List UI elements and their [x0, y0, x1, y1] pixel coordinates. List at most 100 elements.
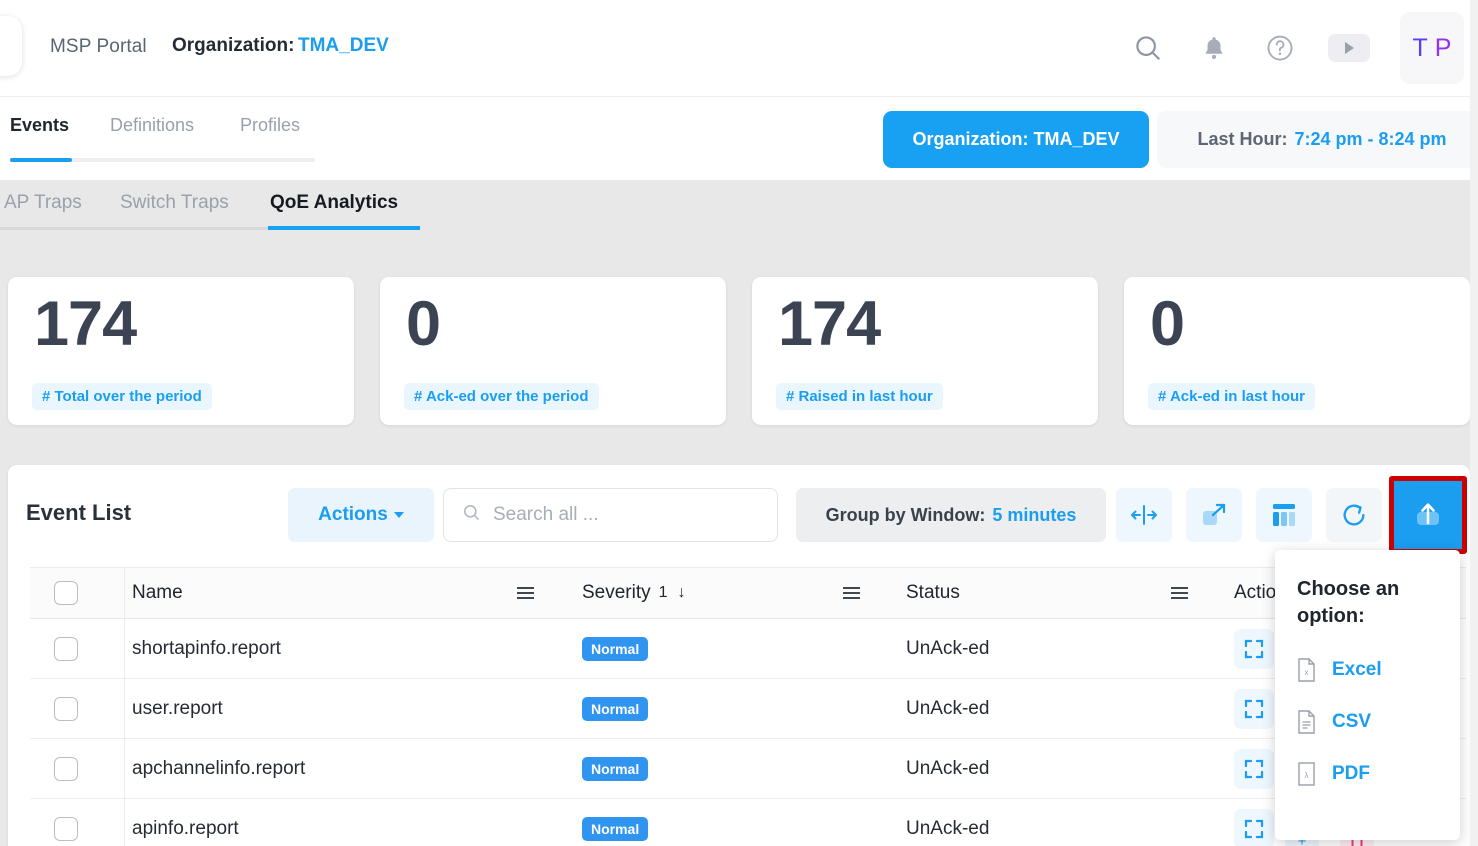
app-logo-button[interactable] — [0, 16, 22, 76]
table-row[interactable]: apchannelinfo.report Normal UnAck-ed — [30, 739, 1466, 799]
play-triangle — [1345, 42, 1354, 54]
fit-columns-icon[interactable] — [1116, 488, 1172, 542]
time-range-pill[interactable]: Last Hour: 7:24 pm - 8:24 pm — [1157, 111, 1478, 168]
actions-button[interactable]: Actions — [288, 488, 434, 542]
cell-name: shortapinfo.report — [102, 638, 552, 660]
sort-order-index: 1 — [659, 584, 668, 602]
event-name: shortapinfo.report — [132, 638, 281, 660]
column-header-name[interactable]: Name — [102, 582, 552, 604]
status-badge: Normal — [582, 757, 648, 781]
organization-filter-pill[interactable]: Organization: TMA_DEV — [883, 111, 1149, 168]
expand-icon[interactable] — [1186, 488, 1242, 542]
avatar[interactable]: T P — [1400, 12, 1464, 84]
tab-active-underline — [10, 158, 72, 162]
kpi-card-raised-last-hour: 174 # Raised in last hour — [752, 277, 1098, 425]
column-menu-icon[interactable] — [843, 587, 860, 599]
column-menu-icon[interactable] — [517, 587, 534, 599]
avatar-initial-second: P — [1435, 34, 1452, 63]
event-name: apchannelinfo.report — [132, 758, 305, 780]
help-icon[interactable] — [1262, 30, 1298, 66]
export-options-dropdown: Choose an option: x Excel CSV — [1275, 550, 1460, 840]
tab-profiles[interactable]: Profiles — [240, 115, 300, 156]
table-row[interactable]: user.report Normal UnAck-ed — [30, 679, 1466, 739]
svg-text:x: x — [1305, 668, 1309, 677]
event-list-panel: Event List Actions Search all ... Group … — [8, 465, 1470, 846]
columns-icon[interactable] — [1256, 488, 1312, 542]
subtab-ap-traps[interactable]: AP Traps — [4, 192, 82, 214]
row-checkbox[interactable] — [54, 697, 78, 721]
cell-name: user.report — [102, 698, 552, 720]
table-column-divider — [124, 567, 125, 846]
dropdown-item-pdf[interactable]: λ PDF — [1297, 762, 1438, 786]
subtab-switch-traps[interactable]: Switch Traps — [120, 192, 229, 214]
dropdown-item-csv[interactable]: CSV — [1297, 710, 1438, 734]
event-table: Name Severity 1 ↓ Status Actions — [30, 567, 1466, 846]
column-header-label: Severity — [582, 582, 651, 604]
cell-status: UnAck-ed — [878, 758, 1206, 780]
top-bar: MSP Portal Organization: TMA_DEV — [0, 0, 1478, 96]
play-icon[interactable] — [1328, 34, 1370, 62]
cell-status: UnAck-ed — [878, 698, 1206, 720]
kpi-card-total: 174 # Total over the period — [8, 277, 354, 425]
column-header-label: Name — [132, 582, 183, 604]
tab-definitions[interactable]: Definitions — [110, 115, 194, 156]
dropdown-item-excel[interactable]: x Excel — [1297, 658, 1438, 682]
event-name: apinfo.report — [132, 818, 239, 840]
column-header-severity[interactable]: Severity 1 ↓ — [552, 582, 878, 604]
sort-descending-icon: ↓ — [678, 584, 686, 602]
subtab-qoe-analytics[interactable]: QoE Analytics — [270, 192, 398, 214]
tab-events[interactable]: Events — [10, 115, 69, 156]
export-upload-button[interactable] — [1389, 476, 1467, 554]
sub-tab-active-underline — [268, 226, 420, 230]
table-header-row: Name Severity 1 ↓ Status Actions — [30, 567, 1466, 619]
row-select-cell — [30, 637, 102, 661]
cell-name: apinfo.report — [102, 818, 552, 840]
cell-name: apchannelinfo.report — [102, 758, 552, 780]
row-expand-icon[interactable] — [1234, 689, 1274, 729]
table-row[interactable]: apinfo.report Normal UnAck-ed — [30, 799, 1466, 846]
cell-status: UnAck-ed — [878, 638, 1206, 660]
row-expand-icon[interactable] — [1234, 629, 1274, 669]
column-header-label: Status — [906, 582, 960, 604]
event-status: UnAck-ed — [906, 758, 989, 780]
kpi-card-acked-last-hour: 0 # Ack-ed in last hour — [1124, 277, 1470, 425]
status-badge: Normal — [582, 637, 648, 661]
row-expand-icon[interactable] — [1234, 809, 1274, 846]
group-by-window-label: Group by Window: — [826, 505, 986, 526]
kpi-value: 174 — [778, 293, 880, 356]
select-all-cell — [30, 581, 102, 605]
kpi-card-acked-period: 0 # Ack-ed over the period — [380, 277, 726, 425]
bell-icon[interactable] — [1196, 30, 1232, 66]
time-range-value: 7:24 pm - 8:24 pm — [1294, 129, 1446, 150]
event-status: UnAck-ed — [906, 698, 989, 720]
search-input[interactable]: Search all ... — [443, 488, 778, 542]
status-badge: Normal — [582, 817, 648, 841]
row-checkbox[interactable] — [54, 757, 78, 781]
row-expand-icon[interactable] — [1234, 749, 1274, 789]
table-row[interactable]: shortapinfo.report Normal UnAck-ed — [30, 619, 1466, 679]
search-icon[interactable] — [1130, 30, 1166, 66]
column-menu-icon[interactable] — [1171, 587, 1188, 599]
cell-severity: Normal — [552, 817, 878, 841]
dropdown-item-label: CSV — [1332, 711, 1371, 733]
actions-button-label: Actions — [318, 504, 388, 526]
kpi-label: # Ack-ed in last hour — [1148, 383, 1315, 410]
refresh-icon[interactable] — [1326, 488, 1382, 542]
app-root: MSP Portal Organization: TMA_DEV — [0, 0, 1478, 846]
group-by-window-control[interactable]: Group by Window: 5 minutes — [796, 488, 1106, 542]
kpi-value: 0 — [406, 293, 440, 356]
top-bar-icons: T P — [1130, 0, 1478, 96]
column-header-status[interactable]: Status — [878, 582, 1206, 604]
time-range-label: Last Hour: — [1197, 129, 1287, 150]
cell-severity: Normal — [552, 697, 878, 721]
svg-text:λ: λ — [1305, 771, 1309, 780]
row-checkbox[interactable] — [54, 817, 78, 841]
row-select-cell — [30, 757, 102, 781]
row-checkbox[interactable] — [54, 637, 78, 661]
page-scrollbar[interactable] — [1470, 0, 1478, 846]
status-badge: Normal — [582, 697, 648, 721]
organization-value[interactable]: TMA_DEV — [298, 35, 389, 57]
select-all-checkbox[interactable] — [54, 581, 78, 605]
dropdown-item-label: Excel — [1332, 659, 1382, 681]
dropdown-item-label: PDF — [1332, 763, 1370, 785]
